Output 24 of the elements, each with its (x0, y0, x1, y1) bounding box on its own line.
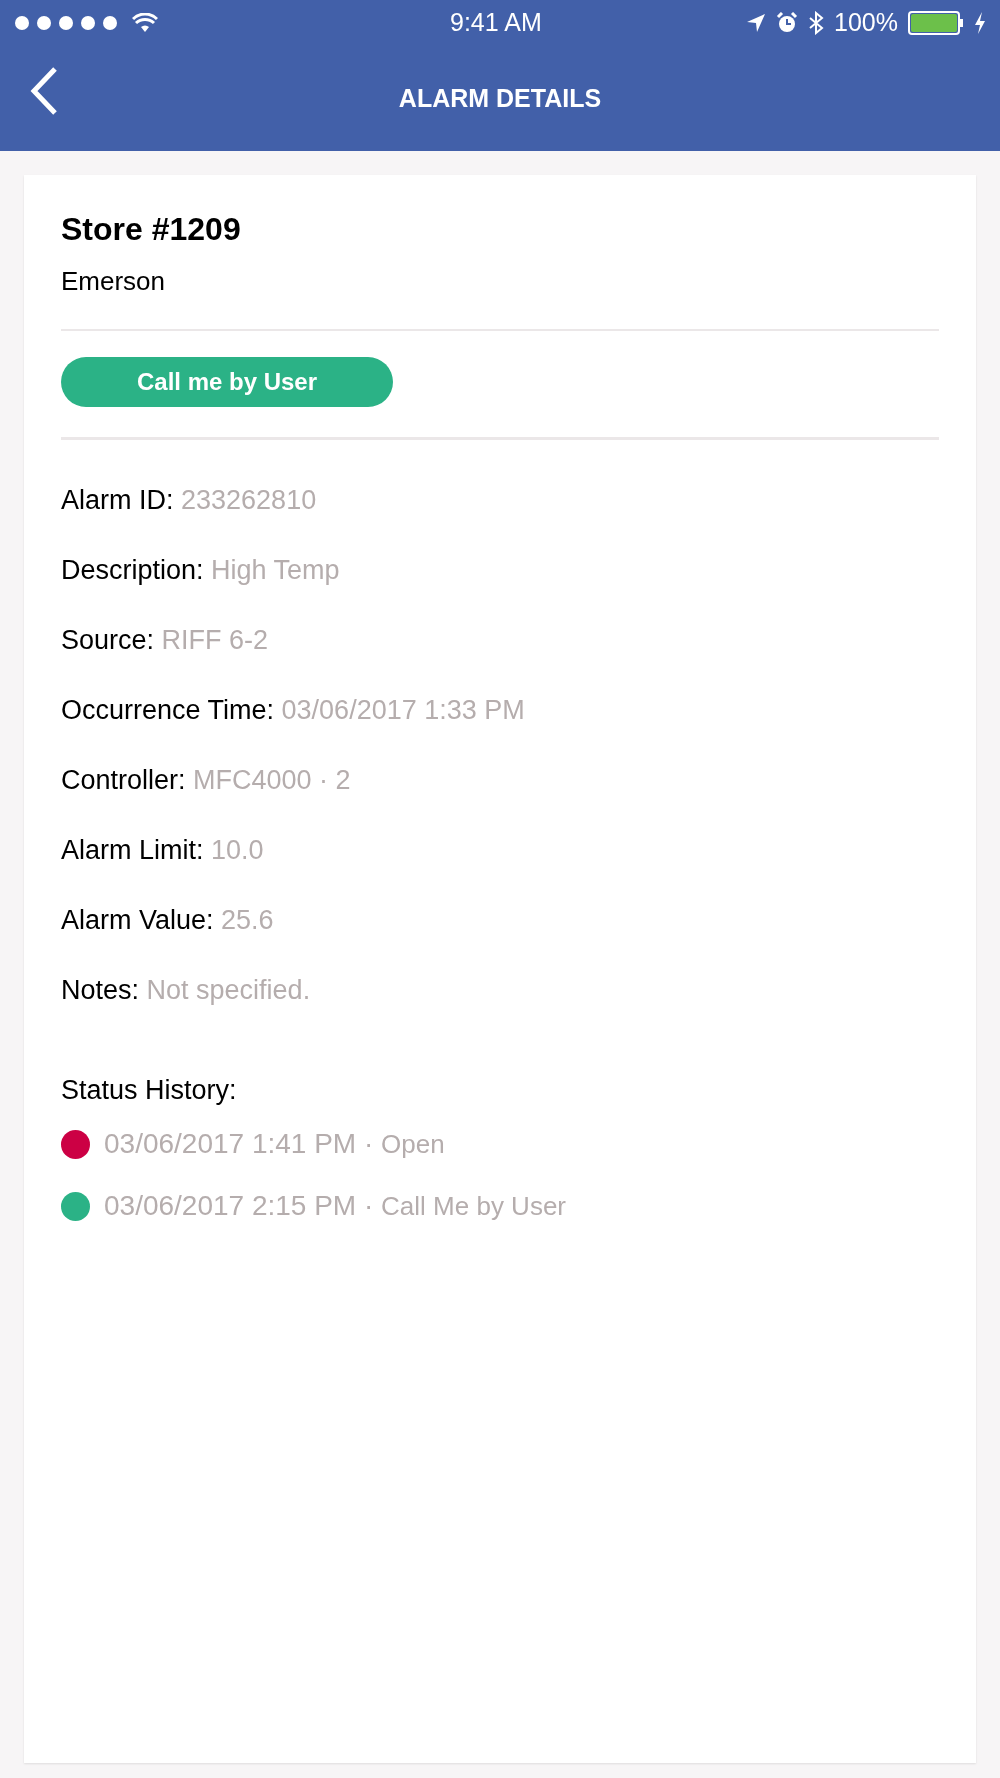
screen-title: ALARM DETAILS (398, 82, 602, 114)
charging-bolt-icon (974, 12, 986, 34)
detail-field: Alarm Value: 25.6 (61, 890, 939, 960)
history-entry: 03/06/2017 1:41 PM · Open (104, 1127, 445, 1161)
detail-field: Alarm ID: 233262810 (61, 470, 939, 540)
store-subtitle: Emerson (61, 265, 167, 298)
detail-field: Controller: MFC4000 · 2 (61, 750, 939, 820)
status-badge: Call me by User (61, 357, 393, 407)
bluetooth-icon (808, 11, 825, 35)
status-time: 9:41 AM (450, 7, 542, 38)
detail-field: Occurrence Time: 03/06/2017 1:33 PM (61, 680, 939, 750)
detail-field: Notes: Not specified. (61, 960, 939, 1030)
location-arrow-icon (746, 13, 767, 33)
store-title: Store #1209 (61, 210, 242, 249)
detail-field: Alarm Limit: 10.0 (61, 820, 939, 890)
alarm-clock-icon (776, 12, 799, 34)
wifi-icon (132, 13, 158, 33)
battery-percent: 100% (834, 7, 898, 39)
detail-field: Source: RIFF 6-2 (61, 610, 939, 680)
status-history-heading: Status History: (61, 1074, 238, 1107)
battery-icon (908, 11, 964, 35)
detail-field: Description: High Temp (61, 540, 939, 610)
history-entry: 03/06/2017 2:15 PM · Call Me by User (104, 1189, 566, 1223)
back-chevron-icon (29, 66, 59, 116)
